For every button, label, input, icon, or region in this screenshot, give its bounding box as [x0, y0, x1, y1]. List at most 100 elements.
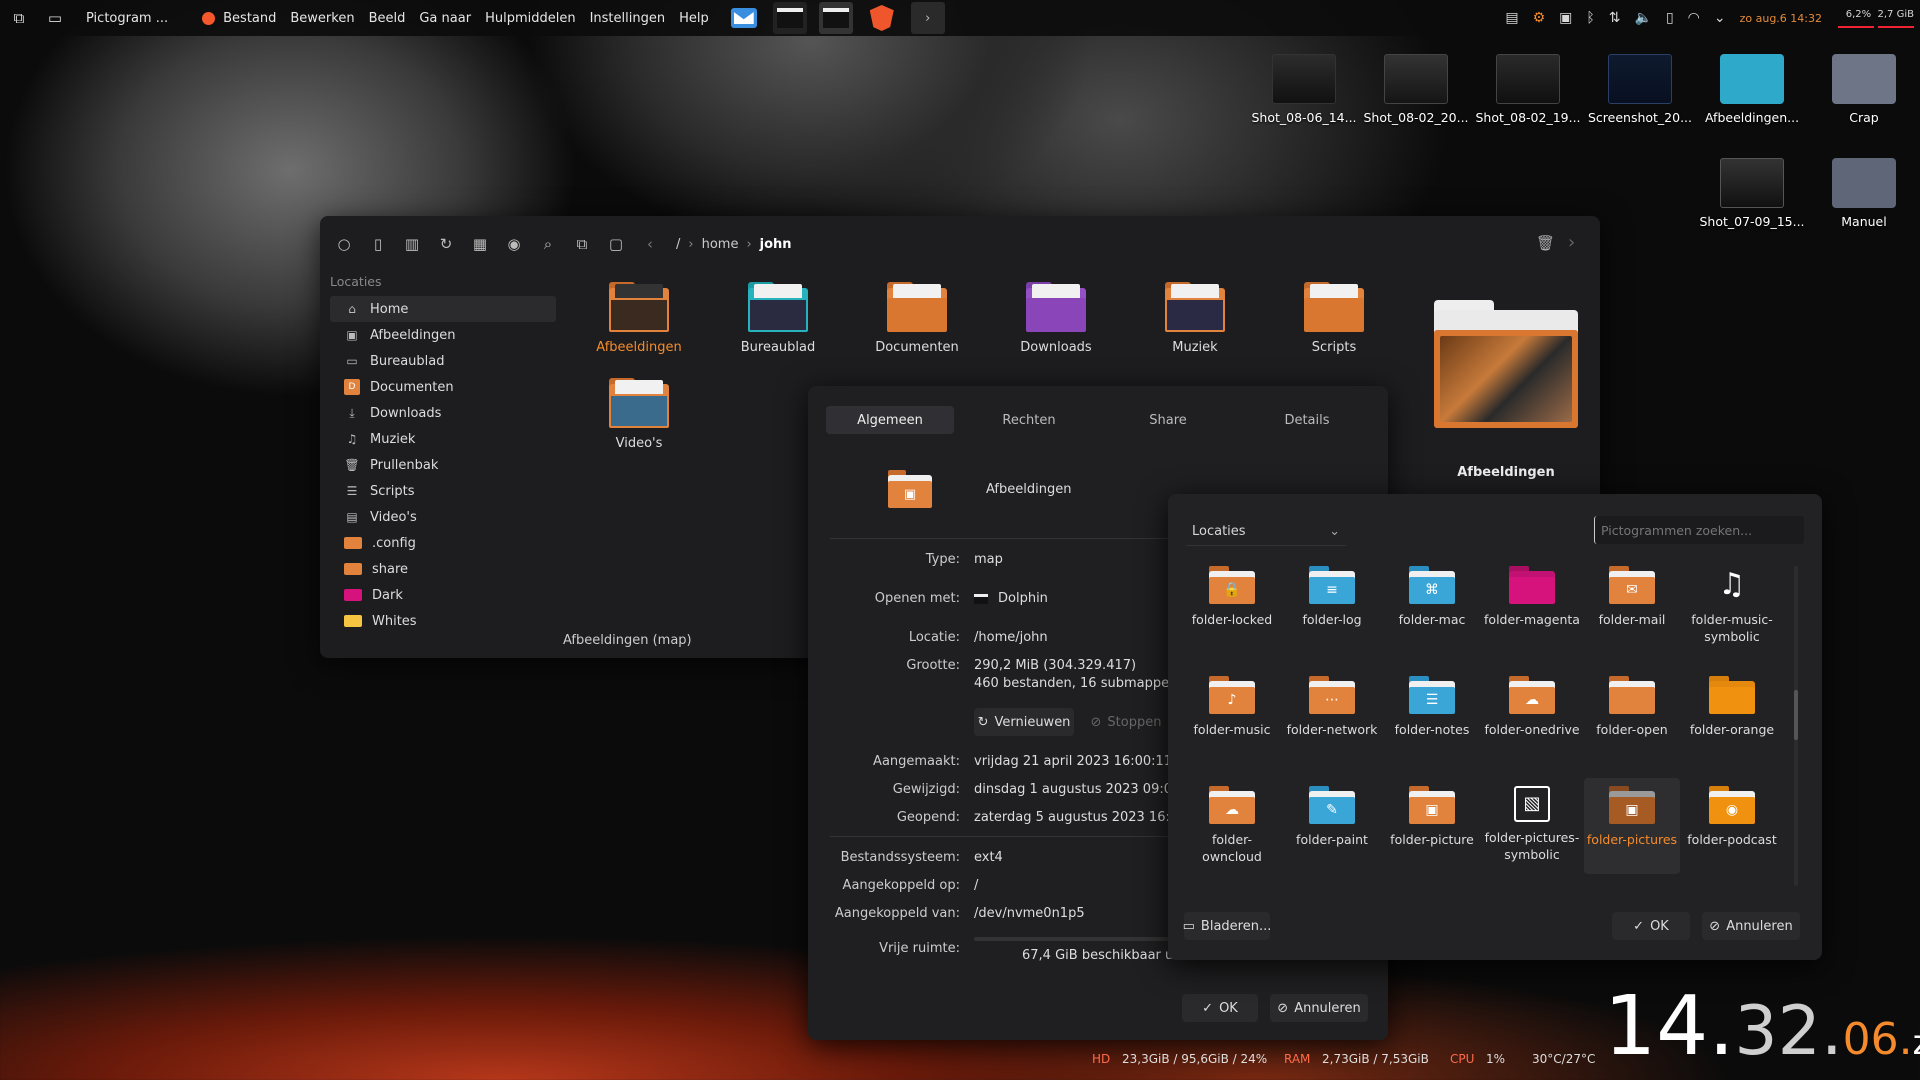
file-item-videos[interactable]: Video's: [584, 378, 694, 451]
sidebar-item-home[interactable]: ⌂ Home: [330, 296, 556, 322]
sidebar-item-videos[interactable]: ▤ Video's: [330, 504, 556, 530]
menu-beeld[interactable]: Beeld: [369, 11, 406, 26]
name-field[interactable]: Afbeeldingen: [986, 482, 1071, 497]
icon-folder-pictures-symbolic[interactable]: ▧ folder-pictures-symbolic: [1484, 786, 1580, 864]
file-item-afbeeldingen[interactable]: Afbeeldingen: [584, 282, 694, 355]
tab-algemeen[interactable]: Algemeen: [826, 406, 954, 434]
menu-bewerken[interactable]: Bewerken: [290, 11, 354, 26]
tab-details[interactable]: Details: [1243, 406, 1371, 434]
refresh-icon[interactable]: ↻: [436, 234, 456, 254]
window-icon[interactable]: ▣: [1559, 10, 1572, 26]
desktop-icon-manuel[interactable]: Manuel: [1810, 158, 1918, 229]
file-item-bureaublad[interactable]: Bureaublad: [723, 282, 833, 355]
screenshot-icon[interactable]: ▭: [44, 7, 66, 29]
menu-help[interactable]: Help: [679, 11, 709, 26]
sidebar-item-whites[interactable]: Whites: [330, 608, 556, 634]
trash-icon[interactable]: 🗑: [1536, 234, 1555, 252]
sidebar-item-prullenbak[interactable]: 🗑 Prullenbak: [330, 452, 556, 478]
file-item-scripts[interactable]: Scripts: [1279, 282, 1389, 355]
icon-folder-music-symbolic[interactable]: ♫ folder-music-symbolic: [1684, 566, 1780, 646]
paste-icon[interactable]: ▢: [606, 234, 626, 254]
mail-app-icon[interactable]: [727, 2, 761, 34]
menu-bestand[interactable]: Bestand: [223, 11, 276, 26]
icon-search-input[interactable]: [1594, 516, 1804, 544]
context-select[interactable]: Locaties ⌄: [1186, 518, 1346, 546]
chevron-right-icon[interactable]: ›: [910, 2, 945, 34]
browse-button[interactable]: ▭ Bladeren...: [1183, 912, 1271, 940]
brave-browser-icon[interactable]: [865, 2, 899, 34]
desktop-icon-shot-2[interactable]: Shot_08-02_20...: [1362, 54, 1470, 125]
sidebar-item-share[interactable]: share: [330, 556, 556, 582]
folder-picture-icon[interactable]: ▣: [888, 470, 932, 508]
clipboard-icon[interactable]: ▤: [1505, 10, 1518, 26]
sidebar-item-dark[interactable]: Dark: [330, 582, 556, 608]
icon-folder-locked[interactable]: 🔒 folder-locked: [1184, 566, 1280, 629]
scrollbar[interactable]: [1794, 566, 1798, 886]
sidebar-item-scripts[interactable]: ☰ Scripts: [330, 478, 556, 504]
breadcrumb-john[interactable]: john: [760, 237, 792, 252]
chevron-down-icon[interactable]: ⌄: [1714, 10, 1726, 26]
split-view-icon[interactable]: ▥: [402, 234, 422, 254]
eye-icon[interactable]: ◉: [504, 234, 524, 254]
terminal-app-icon[interactable]: [772, 2, 807, 34]
forward-icon[interactable]: ›: [1568, 232, 1575, 253]
desktop-icon-shot-3[interactable]: Shot_08-02_19...: [1474, 54, 1582, 125]
search-icon[interactable]: ⌕: [538, 234, 558, 254]
desktop-icon-afbeeldingen[interactable]: Afbeeldingen...: [1698, 54, 1806, 125]
icon-folder-paint[interactable]: ✎ folder-paint: [1284, 786, 1380, 849]
grid-view-icon[interactable]: ▦: [470, 234, 490, 254]
circle-icon[interactable]: ○: [334, 234, 354, 254]
icon-folder-orange[interactable]: folder-orange: [1684, 676, 1780, 739]
update-icon[interactable]: ⚙: [1533, 10, 1546, 26]
wifi-icon[interactable]: ◠: [1688, 10, 1700, 26]
sidebar-item-downloads[interactable]: ⤓ Downloads: [330, 400, 556, 426]
icon-folder-mac[interactable]: ⌘ folder-mac: [1384, 566, 1480, 629]
icon-folder-open[interactable]: folder-open: [1584, 676, 1680, 739]
icon-folder-log[interactable]: ≡ folder-log: [1284, 566, 1380, 629]
tab-share[interactable]: Share: [1104, 406, 1232, 434]
network-icon[interactable]: ⇅: [1609, 10, 1621, 26]
phone-icon[interactable]: ▯: [1666, 10, 1674, 26]
sidebar-item-afbeeldingen[interactable]: ▣ Afbeeldingen: [330, 322, 556, 348]
sidebar-item-documenten[interactable]: D Documenten: [330, 374, 556, 400]
icon-folder-notes[interactable]: ☰ folder-notes: [1384, 676, 1480, 739]
desktop-icon-shot-4[interactable]: Shot_07-09_15...: [1698, 158, 1806, 229]
refresh-button[interactable]: ↻ Vernieuwen: [974, 708, 1074, 736]
cancel-button[interactable]: ⊘ Annuleren: [1270, 994, 1368, 1022]
sidebar-item-config[interactable]: .config: [330, 530, 556, 556]
file-item-documenten[interactable]: Documenten: [862, 282, 972, 355]
icon-folder-owncloud[interactable]: ☁ folder-owncloud: [1184, 786, 1280, 866]
desktop-icon-screenshot[interactable]: Screenshot_20...: [1586, 54, 1694, 125]
copy-icon[interactable]: ⧉: [572, 234, 592, 254]
breadcrumb-home[interactable]: home: [702, 237, 739, 252]
back-icon[interactable]: ‹: [640, 234, 660, 254]
menu-ga-naar[interactable]: Ga naar: [419, 11, 471, 26]
date-label[interactable]: zo aug.6 14:32: [1740, 12, 1822, 25]
terminal-app-icon-2[interactable]: [818, 2, 853, 34]
icon-folder-onedrive[interactable]: ☁ folder-onedrive: [1484, 676, 1580, 739]
sidebar-item-muziek[interactable]: ♫ Muziek: [330, 426, 556, 452]
breadcrumb-root[interactable]: /: [676, 237, 680, 252]
volume-icon[interactable]: 🔈: [1635, 10, 1652, 26]
file-item-muziek[interactable]: Muziek: [1140, 282, 1250, 355]
desktop-icon-shot-1[interactable]: Shot_08-06_14...: [1250, 54, 1358, 125]
menu-hulpmiddelen[interactable]: Hulpmiddelen: [485, 11, 576, 26]
icon-folder-podcast[interactable]: ◉ folder-podcast: [1684, 786, 1780, 849]
icon-folder-magenta[interactable]: folder-magenta: [1484, 566, 1580, 629]
chooser-cancel-button[interactable]: ⊘ Annuleren: [1702, 912, 1800, 940]
menu-instellingen[interactable]: Instellingen: [590, 11, 666, 26]
icon-folder-network[interactable]: ⋯ folder-network: [1284, 676, 1380, 739]
desktop-icon-crap[interactable]: Crap: [1810, 54, 1918, 125]
tab-rechten[interactable]: Rechten: [965, 406, 1093, 434]
icon-folder-music[interactable]: ♪ folder-music: [1184, 676, 1280, 739]
bluetooth-icon[interactable]: ᛒ: [1586, 10, 1594, 26]
file-item-downloads[interactable]: Downloads: [1001, 282, 1111, 355]
icon-folder-picture[interactable]: ▣ folder-picture: [1384, 786, 1480, 849]
bookmark-icon[interactable]: ▯: [368, 234, 388, 254]
icon-folder-mail[interactable]: ✉ folder-mail: [1584, 566, 1680, 629]
chooser-ok-button[interactable]: ✓ OK: [1612, 912, 1690, 940]
app-launcher-icon[interactable]: ⧉: [8, 7, 30, 29]
ok-button[interactable]: ✓ OK: [1182, 994, 1258, 1022]
icon-folder-pictures[interactable]: ▣ folder-pictures: [1584, 778, 1680, 874]
sidebar-item-bureaublad[interactable]: ▭ Bureaublad: [330, 348, 556, 374]
